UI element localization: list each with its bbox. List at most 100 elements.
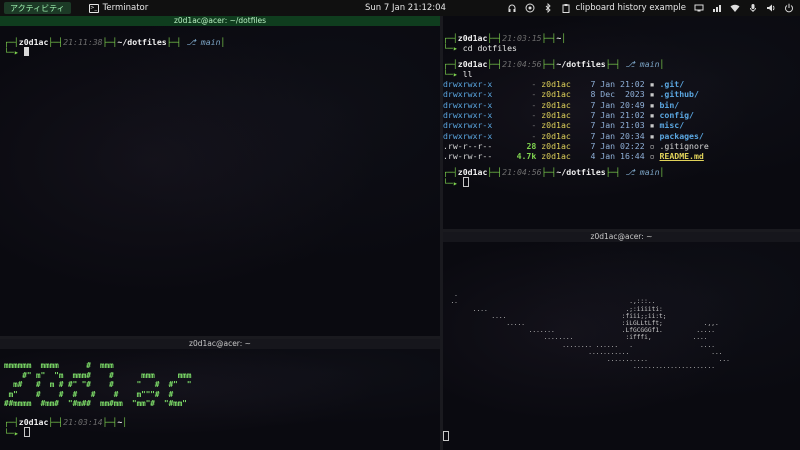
file-date: 7 Jan 02:22 [590,140,645,151]
figlet-line: ##mmmm #mm# "#m## mm#mm "mm"# "#mm" [4,399,187,409]
figlet-line: mmmmmm mmmm # mmm [4,361,114,370]
file-owner: z0d1ac [541,130,571,141]
file-permissions: .rw-r--r-- [443,140,493,151]
system-top-bar: アクティビティ >_ Terminator Sun 7 Jan 21:12:04… [0,0,800,16]
file-owner: z0d1ac [541,79,571,90]
network-icon[interactable] [712,3,722,13]
prompt-line: ┌─┤z0d1ac├─┤21:04:56├─┤~/dotfiles├─┤ ⎇ m… [443,166,665,177]
file-size: - [531,120,537,131]
file-size: - [531,89,537,100]
file-name: bin/ [659,99,680,110]
file-date: 7 Jan 21:02 [590,110,645,121]
file-size: 4.7k [516,151,537,162]
listing-row: drwxrwxr-x - z0d1ac 7 Jan 20:49 ▪ bin/ [443,100,800,110]
chrome-icon[interactable] [525,3,535,13]
file-owner: z0d1ac [541,89,571,100]
listing-row: drwxrwxr-x - z0d1ac 7 Jan 20:34 ▪ package… [443,131,800,141]
file-date: 8 Dec 2023 [590,89,645,100]
file-permissions: drwxrwxr-x [443,130,493,141]
pane-title: z0d1ac@acer: ~/dotfiles [0,16,440,26]
figlet-line: #" m" "m mmm# # mmm mmm [4,370,192,380]
headphones-icon[interactable] [507,3,517,13]
listing-row: .rw-rw-r-- 4.7k z0d1ac 4 Jan 16:44 ▫ READ… [443,151,800,161]
pane-title: z0d1ac@acer: ~ [0,339,440,349]
input-line[interactable]: └─▸ [4,47,436,57]
file-listing: drwxrwxr-x - z0d1ac 7 Jan 21:02 ▪ .git/dr… [443,79,800,161]
file-permissions: drwxrwxr-x [443,120,493,131]
pane-splitter-right[interactable] [443,229,800,232]
clipboard-indicator[interactable]: clipboard history example [561,3,686,13]
terminal-pane-bottom-left[interactable]: z0d1ac@acer: ~ mmmmmm mmmm # mmm #" m" "… [0,339,440,450]
figlet-line: m" # # # # # m"""# # [4,389,174,399]
bluetooth-icon[interactable] [543,3,553,13]
power-icon[interactable] [784,3,794,13]
file-owner: z0d1ac [541,140,571,151]
folder-icon: ▪ [649,89,655,100]
file-owner: z0d1ac [541,120,571,131]
folder-icon: ▪ [649,110,655,121]
listing-row: drwxrwxr-x - z0d1ac 8 Dec 2023 ▪ .github/ [443,89,800,99]
figlet-line: m# # m # #" "# # " # #" " [4,380,192,390]
clock[interactable]: Sun 7 Jan 21:12:04 [365,0,446,16]
command-line: └─▸ ll [443,68,473,79]
screen-share-icon[interactable] [694,3,704,13]
text-cursor [23,427,30,438]
file-owner: z0d1ac [541,110,571,121]
prompt-line: ┌─┤z0d1ac├─┤21:04:56├─┤~/dotfiles├─┤ ⎇ m… [443,58,665,69]
input-line[interactable]: └─▸ [443,176,800,188]
file-name: config/ [659,110,694,121]
file-permissions: drwxrwxr-x [443,110,493,121]
system-tray: clipboard history example [507,0,794,16]
folder-icon: ▪ [649,120,655,131]
file-size: - [531,110,537,121]
file-name: .github/ [659,89,699,100]
text-cursor [443,431,449,441]
file-date: 7 Jan 21:03 [590,120,645,131]
pane-splitter-vertical[interactable] [440,16,443,450]
file-name: packages/ [659,130,704,141]
text-cursor [23,47,29,57]
prompt-line: ┌─┤z0d1ac├─┤21:03:15├─┤~│ [443,33,567,43]
file-size: - [531,79,537,90]
app-menu-terminator[interactable]: >_ Terminator [88,3,149,13]
terminal-pane-bottom-right[interactable]: z0d1ac@acer: ~ . .. .,:::.. .... .;:iiii… [443,232,800,450]
file-icon: ▫ [649,151,655,162]
prompt-line: ┌─┤z0d1ac├─┤21:03:14├─┤~│ [4,416,128,427]
file-date: 7 Jan 21:02 [590,79,645,90]
pane-splitter-left[interactable] [0,336,440,339]
volume-icon[interactable] [766,3,776,13]
file-icon: ▫ [649,140,655,151]
text-cursor [462,176,469,187]
figlet-banner: mmmmmm mmmm # mmm #" m" "m mmm# # mmm mm… [4,361,436,409]
listing-row: .rw-r--r-- 28 z0d1ac 7 Jan 02:22 ▫ .gitig… [443,141,800,151]
file-date: 7 Jan 20:34 [590,130,645,141]
folder-icon: ▪ [649,79,655,90]
app-name: Terminator [102,3,149,13]
terminal-pane-top-left[interactable]: z0d1ac@acer: ~/dotfiles ┌─┤z0d1ac├─┤21:1… [0,16,440,336]
file-size: - [531,99,537,110]
microphone-icon[interactable] [748,3,758,13]
clipboard-icon [562,4,570,13]
folder-icon: ▪ [649,99,655,110]
pane-title: z0d1ac@acer: ~ [443,232,800,242]
file-size: - [531,130,537,141]
file-date: 7 Jan 20:49 [590,99,645,110]
file-name: misc/ [659,120,685,131]
input-line[interactable]: └─▸ [4,427,436,438]
wifi-icon[interactable] [730,3,740,13]
file-date: 4 Jan 16:44 [590,151,645,162]
terminal-icon: >_ [88,3,99,13]
file-permissions: .rw-rw-r-- [443,151,493,162]
file-size: 28 [526,140,537,151]
input-line[interactable] [443,425,449,444]
file-name: .git/ [659,79,685,90]
file-owner: z0d1ac [541,151,571,162]
listing-row: drwxrwxr-x - z0d1ac 7 Jan 21:03 ▪ misc/ [443,120,800,130]
prompt-line: ┌─┤z0d1ac├─┤21:11:38├─┤~/dotfiles├─┤ ⎇ m… [4,37,226,47]
activities-button[interactable]: アクティビティ [4,2,71,14]
terminal-pane-top-right[interactable]: ┌─┤z0d1ac├─┤21:03:15├─┤~│ └─▸ cd dotfile… [443,16,800,229]
file-name: .gitignore [659,140,709,151]
file-permissions: drwxrwxr-x [443,79,493,90]
folder-icon: ▪ [649,130,655,141]
listing-row: drwxrwxr-x - z0d1ac 7 Jan 21:02 ▪ config/ [443,110,800,120]
